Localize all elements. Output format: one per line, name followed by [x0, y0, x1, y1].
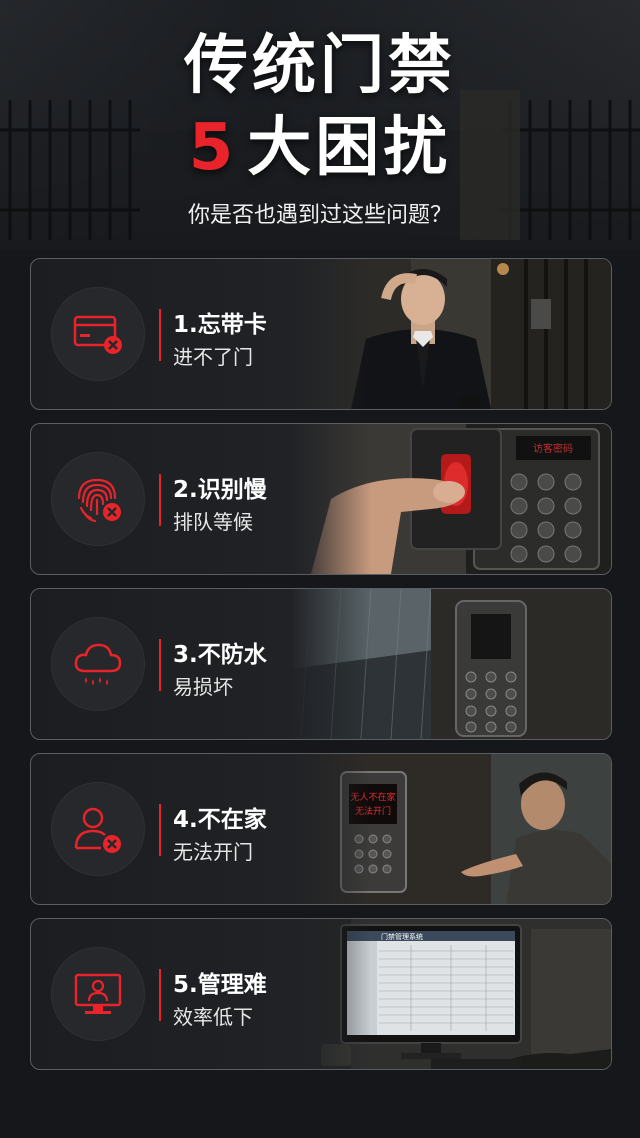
- page-title-line1: 传统门禁: [184, 29, 456, 103]
- card-title: 2.识别慢: [173, 477, 267, 503]
- title-line2-text: 大困扰: [247, 111, 452, 185]
- accent-divider: [159, 969, 161, 1021]
- icon-circle: [51, 617, 145, 711]
- card-description: 排队等候: [173, 510, 253, 534]
- page-subtitle: 你是否也遇到过这些问题？: [187, 203, 452, 228]
- card-description: 进不了门: [173, 345, 253, 369]
- card-description: 无法开门: [173, 840, 253, 864]
- icon-circle: [51, 782, 145, 876]
- card-title: 3.不防水: [173, 642, 267, 668]
- rainy-keypad-photo: [291, 589, 611, 739]
- monitor-user-icon: [74, 973, 122, 1014]
- accent-divider: [159, 804, 161, 856]
- card-title: 1.忘带卡: [173, 312, 267, 338]
- card-title: 5.管理难: [173, 972, 267, 998]
- card-description: 易损坏: [173, 675, 233, 699]
- fingerprint-x-icon: [77, 478, 121, 523]
- problem-card-slow-recognition: 2.识别慢 排队等候 访客密码: [30, 423, 612, 575]
- office-computer-photo: 门禁管理系统: [291, 919, 611, 1069]
- accent-divider: [159, 639, 161, 691]
- problem-card-not-waterproof: 3.不防水 易损坏: [30, 588, 612, 740]
- man-at-gate-photo: [291, 259, 611, 409]
- visitor-at-door-photo: 无人不在家 无法开门: [291, 754, 611, 904]
- icon-circle: [51, 947, 145, 1041]
- accent-divider: [159, 309, 161, 361]
- problem-card-not-home: 4.不在家 无法开门 无人不在家 无法开门: [30, 753, 612, 905]
- page-title-line2: 5 大困扰: [0, 112, 640, 184]
- user-x-icon: [74, 807, 121, 853]
- accent-divider: [159, 474, 161, 526]
- hero-banner: 传统门禁 5 大困扰 你是否也遇到过这些问题？: [0, 0, 640, 255]
- fingerprint-scanner-photo: 访客密码: [291, 424, 611, 574]
- card-x-icon: [73, 315, 122, 354]
- rain-cloud-icon: [74, 643, 122, 685]
- title-number: 5: [188, 111, 238, 185]
- monitor-title-text: 门禁管理系统: [381, 932, 423, 941]
- problem-card-hard-management: 5.管理难 效率低下 门禁管理系统: [30, 918, 612, 1070]
- card-title: 4.不在家: [173, 807, 267, 833]
- keypad-display-text: 访客密码: [533, 442, 573, 455]
- problem-card-forgot-card: 1.忘带卡 进不了门: [30, 258, 612, 410]
- icon-circle: [51, 452, 145, 546]
- icon-circle: [51, 287, 145, 381]
- card-description: 效率低下: [173, 1005, 253, 1029]
